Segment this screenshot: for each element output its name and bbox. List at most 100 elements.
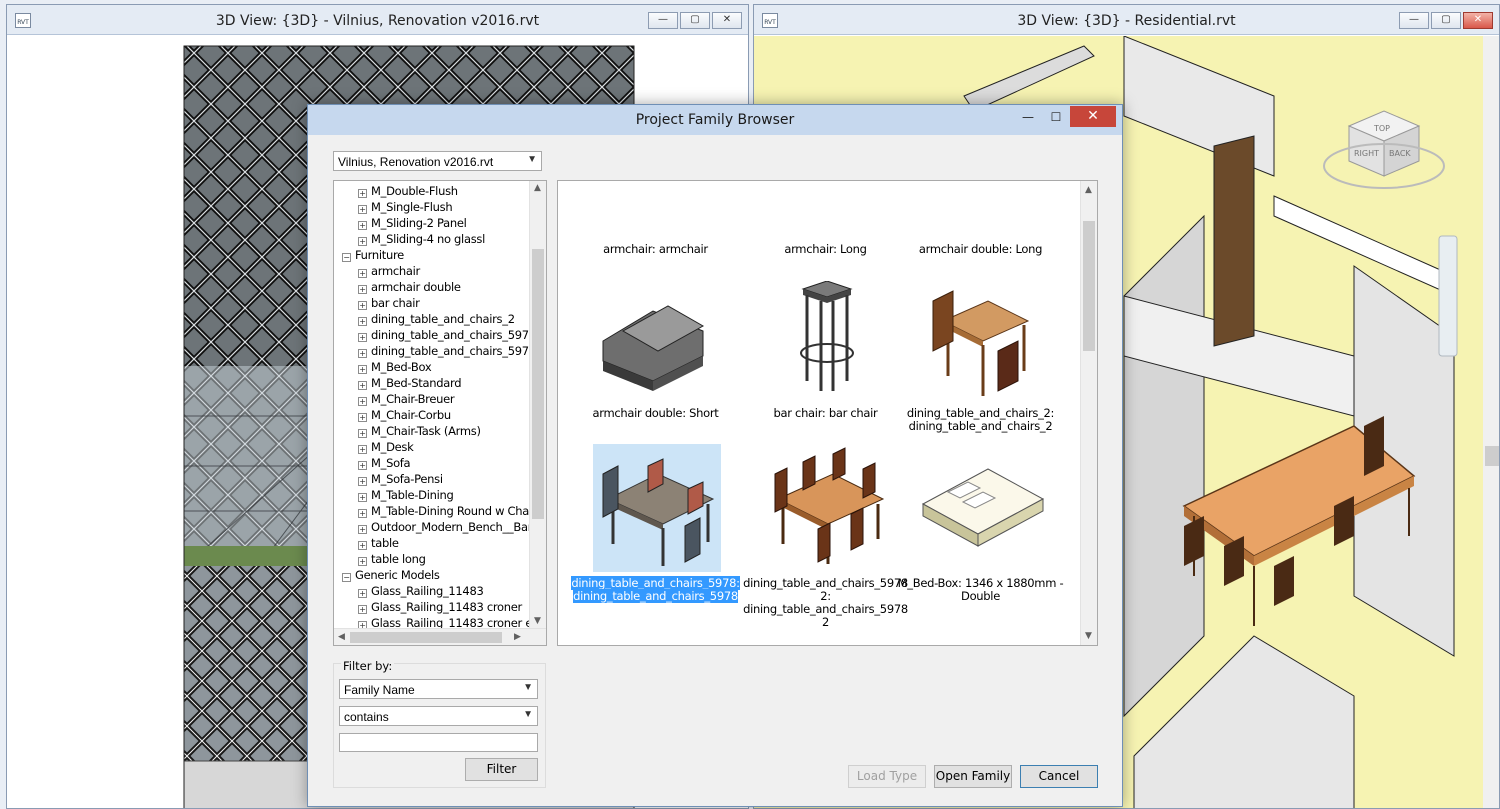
expand-icon[interactable]: + — [358, 541, 367, 550]
scroll-left-arrow-icon[interactable]: ◀ — [338, 632, 345, 642]
tree-family-node[interactable]: + armchair — [358, 263, 420, 279]
tree-horizontal-scrollbar[interactable]: ◀ ▶ — [334, 628, 546, 645]
expand-icon[interactable]: + — [358, 589, 367, 598]
tree-family-node[interactable]: + M_Double-Flush — [358, 183, 458, 199]
expand-icon[interactable]: + — [358, 557, 367, 566]
left-close-button[interactable]: ✕ — [712, 12, 742, 29]
tree-category-node[interactable]: − Furniture — [342, 247, 404, 263]
tree-family-node[interactable]: + M_Single-Flush — [358, 199, 453, 215]
collapse-icon[interactable]: − — [342, 253, 351, 262]
expand-icon[interactable]: + — [358, 269, 367, 278]
expand-icon[interactable]: + — [358, 205, 367, 214]
expand-icon[interactable]: + — [358, 397, 367, 406]
tree-family-node[interactable]: + armchair double — [358, 279, 461, 295]
left-maximize-button[interactable]: ▢ — [680, 12, 710, 29]
tree-node-label: M_Sliding-2 Panel — [371, 216, 467, 230]
tree-family-node[interactable]: + M_Bed-Box — [358, 359, 432, 375]
gallery-vertical-scrollbar[interactable]: ▲ ▼ — [1080, 181, 1097, 645]
expand-icon[interactable]: + — [358, 381, 367, 390]
expand-icon[interactable]: + — [358, 509, 367, 518]
expand-icon[interactable]: + — [358, 477, 367, 486]
expand-icon[interactable]: + — [358, 317, 367, 326]
tree-family-node[interactable]: + M_Chair-Corbu — [358, 407, 451, 423]
tree-family-node[interactable]: + Glass_Railing_11483 — [358, 583, 484, 599]
filter-field-select[interactable]: Family Name ▼ — [339, 679, 538, 699]
tree-family-node[interactable]: + M_Bed-Standard — [358, 375, 462, 391]
expand-icon[interactable]: + — [358, 429, 367, 438]
tree-category-node[interactable]: − Generic Models — [342, 567, 440, 583]
navigation-bar[interactable] — [1438, 235, 1458, 357]
expand-icon[interactable]: + — [358, 301, 367, 310]
right-window-titlebar[interactable]: RVT 3D View: {3D} - Residential.rvt — ▢ … — [754, 5, 1499, 35]
expand-icon[interactable]: + — [358, 605, 367, 614]
expand-icon[interactable]: + — [358, 365, 367, 374]
family-tile-caption: armchair: Long — [738, 243, 913, 256]
project-select[interactable]: Vilnius, Renovation v2016.rvt ▼ — [333, 151, 542, 171]
left-minimize-button[interactable]: — — [648, 12, 678, 29]
tree-hscroll-thumb[interactable] — [350, 632, 502, 643]
expand-icon[interactable]: + — [358, 189, 367, 198]
family-gallery[interactable]: armchair: armchair armchair: Long armchair… — [557, 180, 1098, 646]
collapse-icon[interactable]: − — [342, 573, 351, 582]
tree-scroll-thumb[interactable] — [532, 249, 544, 519]
tree-family-node[interactable]: + Outdoor_Modern_Bench__Banc — [358, 519, 541, 535]
tree-family-node[interactable]: + bar chair — [358, 295, 420, 311]
scroll-down-arrow-icon[interactable]: ▼ — [534, 616, 541, 626]
gallery-scroll-thumb[interactable] — [1083, 221, 1095, 351]
scroll-right-arrow-icon[interactable]: ▶ — [514, 632, 521, 642]
tree-family-node[interactable]: + table — [358, 535, 399, 551]
family-tree[interactable]: + M_Double-Flush + M_Single-Flush + M_Sliding… — [333, 180, 547, 646]
project-family-browser-dialog[interactable]: Project Family Browser — ☐ ✕ Vilnius, Re… — [307, 104, 1123, 807]
tree-family-node[interactable]: + dining_table_and_chairs_2 — [358, 311, 515, 327]
expand-icon[interactable]: + — [358, 413, 367, 422]
caption-line: armchair double: Long — [918, 242, 1043, 256]
expand-icon[interactable]: + — [358, 445, 367, 454]
tree-family-node[interactable]: + M_Chair-Task (Arms) — [358, 423, 481, 439]
left-window-titlebar[interactable]: RVT 3D View: {3D} - Vilnius, Renovation … — [7, 5, 748, 35]
tree-family-node[interactable]: + M_Sliding-2 Panel — [358, 215, 467, 231]
right-minimize-button[interactable]: — — [1399, 12, 1429, 29]
expand-icon[interactable]: + — [358, 285, 367, 294]
dialog-minimize-button[interactable]: — — [1014, 108, 1042, 126]
expand-icon[interactable]: + — [358, 461, 367, 470]
tree-family-node[interactable]: + M_Sofa — [358, 455, 411, 471]
tree-family-node[interactable]: + M_Chair-Breuer — [358, 391, 455, 407]
tree-family-node[interactable]: + dining_table_and_chairs_5978 2 — [358, 343, 546, 359]
expand-icon[interactable]: + — [358, 493, 367, 502]
caption-line: dining_table_and_chairs_5978 2 — [743, 602, 908, 629]
tree-family-node[interactable]: + M_Desk — [358, 439, 414, 455]
cancel-button[interactable]: Cancel — [1020, 765, 1098, 788]
filter-button[interactable]: Filter — [465, 758, 538, 781]
filter-text-input[interactable] — [339, 733, 538, 752]
tree-family-node[interactable]: + M_Sofa-Pensi — [358, 471, 443, 487]
tree-family-node[interactable]: + M_Table-Dining — [358, 487, 454, 503]
tree-vertical-scrollbar[interactable]: ▲ ▼ — [529, 181, 546, 628]
tree-family-node[interactable]: + table long — [358, 551, 426, 567]
scroll-up-arrow-icon[interactable]: ▲ — [534, 183, 541, 193]
right-vertical-scrollbar[interactable] — [1483, 36, 1499, 808]
dialog-titlebar[interactable]: Project Family Browser — ☐ ✕ — [308, 105, 1122, 135]
tree-node-label: M_Chair-Corbu — [371, 408, 451, 422]
dialog-maximize-button[interactable]: ☐ — [1042, 108, 1070, 126]
expand-icon[interactable]: + — [358, 349, 367, 358]
scroll-up-arrow-icon[interactable]: ▲ — [1085, 185, 1092, 195]
expand-icon[interactable]: + — [358, 525, 367, 534]
open-family-button[interactable]: Open Family — [934, 765, 1012, 788]
scroll-down-arrow-icon[interactable]: ▼ — [1085, 631, 1092, 641]
expand-icon[interactable]: + — [358, 333, 367, 342]
filter-operator-select[interactable]: contains ▼ — [339, 706, 538, 726]
right-close-button[interactable]: ✕ — [1463, 12, 1493, 29]
expand-icon[interactable]: + — [358, 237, 367, 246]
dialog-close-button[interactable]: ✕ — [1070, 106, 1116, 127]
tree-node-label: dining_table_and_chairs_5978 — [371, 328, 536, 342]
tree-family-node[interactable]: + M_Table-Dining Round w Chairs — [358, 503, 542, 519]
tree-node-label: M_Chair-Breuer — [371, 392, 455, 406]
tree-node-label: M_Single-Flush — [371, 200, 453, 214]
tree-family-node[interactable]: + Glass_Railing_11483 croner — [358, 599, 522, 615]
expand-icon[interactable]: + — [358, 221, 367, 230]
right-maximize-button[interactable]: ▢ — [1431, 12, 1461, 29]
tree-family-node[interactable]: + dining_table_and_chairs_5978 — [358, 327, 536, 343]
dialog-title: Project Family Browser — [635, 112, 795, 128]
load-type-button[interactable]: Load Type — [848, 765, 926, 788]
tree-family-node[interactable]: + M_Sliding-4 no glassl — [358, 231, 485, 247]
